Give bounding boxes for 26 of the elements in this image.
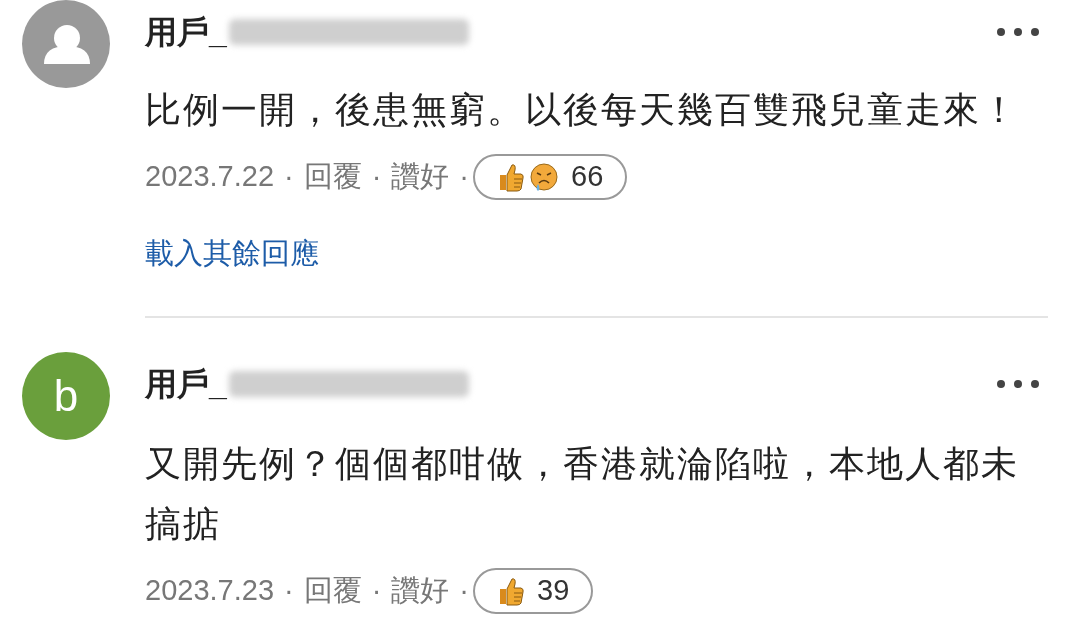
separator: · xyxy=(371,159,382,195)
comment-text: 比例一開，後患無窮。以後每天幾百雙飛兒童走來！ xyxy=(145,88,1020,132)
comment-date: 2023.7.22 xyxy=(145,159,274,195)
reply-link[interactable]: 回覆 xyxy=(303,155,362,199)
separator: · xyxy=(284,572,294,608)
username[interactable]: 用戶_ xyxy=(145,8,227,56)
separator: · xyxy=(459,572,470,608)
thumbs-up-icon xyxy=(497,575,526,606)
load-more-replies-link[interactable]: 載入其餘回應 xyxy=(145,237,319,269)
like-link[interactable]: 讚好 xyxy=(391,155,450,199)
avatar-letter: b xyxy=(53,373,79,418)
separator: · xyxy=(459,159,470,195)
more-options-icon[interactable] xyxy=(996,27,1040,37)
username[interactable]: 用戶_ xyxy=(145,359,227,408)
like-link[interactable]: 讚好 xyxy=(391,568,450,613)
comment-date: 2023.7.23 xyxy=(145,572,274,608)
reply-link[interactable]: 回覆 xyxy=(303,568,362,613)
separator: · xyxy=(284,159,294,195)
separator: · xyxy=(371,572,382,608)
reaction-count-button[interactable]: 66 xyxy=(473,154,628,200)
reaction-count-button[interactable]: 39 xyxy=(473,567,594,614)
crying-face-icon xyxy=(529,162,560,192)
more-options-icon[interactable] xyxy=(996,378,1040,389)
comment-text: 又開先例？個個都咁做，香港就淪陷啦，本地人都未搞掂 xyxy=(145,441,1020,546)
default-avatar-icon[interactable] xyxy=(22,0,110,88)
thumbs-up-icon xyxy=(497,162,526,192)
